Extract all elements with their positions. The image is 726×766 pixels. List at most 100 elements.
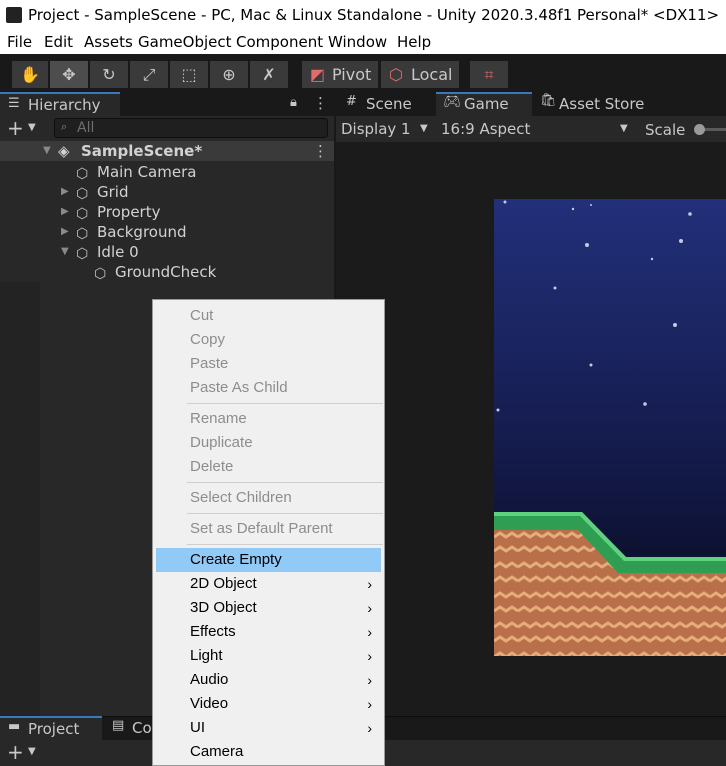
local-label: Local	[411, 65, 453, 84]
menu-item-cut[interactable]: Cut	[153, 304, 384, 328]
menu-item-paste[interactable]: Paste	[153, 352, 384, 376]
collapsed-arrow-icon[interactable]: ▶	[61, 182, 69, 202]
scale-slider-thumb[interactable]	[694, 124, 705, 135]
grid-snap-button[interactable]: ⌗	[470, 61, 508, 88]
pivot-icon: ◩	[310, 65, 326, 84]
tree-item-label: Idle 0	[97, 243, 139, 261]
menu-item-label: 3D Object	[190, 599, 257, 616]
menu-item-label: Video	[190, 695, 229, 712]
menu-component[interactable]: Component	[236, 30, 323, 54]
pivot-toggle-button[interactable]: ◩ Pivot	[302, 61, 378, 88]
tree-item-property[interactable]: ▶ ⬡ Property	[0, 202, 334, 222]
menu-item-label: 2D Object	[190, 575, 257, 592]
display-dropdown[interactable]: Display 1 ▼	[336, 116, 434, 142]
aspect-dropdown[interactable]: 16:9 Aspect ▼	[436, 116, 636, 142]
scale-label: Scale	[645, 121, 686, 139]
submenu-arrow-icon: ›	[367, 648, 372, 664]
move-icon: ✥	[62, 65, 76, 84]
menu-assets[interactable]: Assets	[84, 30, 133, 54]
expand-arrow-icon[interactable]: ▼	[61, 242, 69, 262]
scene-menu-icon[interactable]: ⋮	[313, 141, 328, 161]
submenu-arrow-icon: ›	[367, 576, 372, 592]
hierarchy-tab[interactable]: ☰ Hierarchy	[0, 92, 120, 116]
menu-separator	[187, 403, 383, 404]
gameobject-cube-icon: ⬡	[76, 246, 89, 262]
add-dropdown-icon[interactable]: ▼	[28, 122, 36, 133]
tree-item-label: Grid	[97, 183, 129, 201]
add-icon[interactable]: +	[7, 741, 24, 763]
console-icon: ▤	[112, 718, 125, 733]
collapsed-arrow-icon[interactable]: ▶	[61, 222, 69, 242]
gameobject-cube-icon: ⬡	[76, 186, 89, 202]
menu-item-3d-object[interactable]: 3D Object ›	[153, 596, 384, 620]
list-icon: ☰	[8, 96, 20, 111]
tree-item-idle-0[interactable]: ▼ ⬡ Idle 0	[0, 242, 334, 262]
menu-item-effects[interactable]: Effects ›	[153, 620, 384, 644]
menu-item-label: Audio	[190, 671, 229, 688]
tree-item-groundcheck[interactable]: ⬡ GroundCheck	[0, 262, 334, 282]
menu-item-create-empty[interactable]: Create Empty	[156, 548, 381, 572]
gameobject-cube-icon: ⬡	[76, 226, 89, 242]
menu-item-video[interactable]: Video ›	[153, 692, 384, 716]
menu-item-duplicate[interactable]: Duplicate	[153, 431, 384, 455]
rotate-tool-button[interactable]: ↻	[90, 61, 128, 88]
add-dropdown-icon[interactable]: ▼	[28, 746, 36, 757]
menu-separator	[187, 513, 383, 514]
hand-tool-button[interactable]: ✋	[12, 61, 48, 88]
menu-item-camera[interactable]: Camera	[153, 740, 384, 764]
custom-tool-button[interactable]: ✗	[250, 61, 288, 88]
menu-item-paste-as-child[interactable]: Paste As Child	[153, 376, 384, 400]
submenu-arrow-icon: ›	[367, 720, 372, 736]
expand-arrow-icon[interactable]: ▼	[43, 141, 51, 161]
move-tool-button[interactable]: ✥	[50, 61, 88, 88]
menu-item-label: Duplicate	[190, 434, 253, 451]
menu-edit[interactable]: Edit	[44, 30, 73, 54]
collapsed-arrow-icon[interactable]: ▶	[61, 202, 69, 222]
menu-item-label: Paste	[190, 355, 229, 372]
project-tab-label: Project	[28, 720, 80, 738]
scene-row[interactable]: ▼ ◈ SampleScene* ⋮	[0, 141, 334, 161]
display-label: Display 1	[341, 120, 411, 138]
console-tab-label: Co	[132, 719, 152, 737]
menu-item-delete[interactable]: Delete	[153, 455, 384, 479]
search-placeholder: All	[77, 120, 95, 136]
game-tab[interactable]: 🎮︎ Game	[436, 92, 532, 116]
transform-tool-button[interactable]: ⊕	[210, 61, 248, 88]
lock-icon[interactable]: 🔒︎	[290, 95, 297, 110]
menu-item-light[interactable]: Light ›	[153, 644, 384, 668]
hash-icon: #	[346, 94, 357, 109]
tree-item-grid[interactable]: ▶ ⬡ Grid	[0, 182, 334, 202]
menu-item-set-default-parent[interactable]: Set as Default Parent	[153, 517, 384, 541]
menu-item-rename[interactable]: Rename	[153, 407, 384, 431]
grid-snap-icon: ⌗	[484, 65, 494, 84]
menu-file[interactable]: File	[7, 30, 32, 54]
local-toggle-button[interactable]: ⬡ Local	[381, 61, 459, 88]
scene-tab-label: Scene	[366, 95, 412, 113]
menu-item-2d-object[interactable]: 2D Object ›	[153, 572, 384, 596]
add-icon[interactable]: +	[7, 117, 24, 139]
menu-gameobject[interactable]: GameObject	[138, 30, 232, 54]
hierarchy-search-input[interactable]: ⌕ All	[54, 118, 328, 138]
rect-tool-button[interactable]: ⬚	[170, 61, 208, 88]
transform-icon: ⊕	[222, 65, 236, 84]
menu-item-label: Copy	[190, 331, 226, 348]
folder-icon: ▬	[8, 719, 21, 734]
title-bar: Project - SampleScene - PC, Mac & Linux …	[0, 0, 726, 30]
menu-item-copy[interactable]: Copy	[153, 328, 384, 352]
game-tab-label: Game	[464, 95, 509, 113]
scale-tool-button[interactable]: ⤢	[130, 61, 168, 88]
tree-item-main-camera[interactable]: ⬡ Main Camera	[0, 162, 334, 182]
asset-store-tab[interactable]: 🛍︎ Asset Store	[536, 92, 656, 116]
submenu-arrow-icon: ›	[367, 672, 372, 688]
menu-help[interactable]: Help	[397, 30, 431, 54]
scene-tab[interactable]: # Scene	[336, 92, 434, 116]
panel-menu-icon[interactable]: ⋮	[313, 94, 328, 112]
tree-item-background[interactable]: ▶ ⬡ Background	[0, 222, 334, 242]
menu-bar: File Edit Assets GameObject Component Wi…	[0, 30, 726, 54]
project-tab[interactable]: ▬ Project	[0, 716, 102, 740]
menu-window[interactable]: Window	[328, 30, 387, 54]
menu-item-ui[interactable]: UI ›	[153, 716, 384, 740]
menu-item-audio[interactable]: Audio ›	[153, 668, 384, 692]
menu-item-label: Select Children	[190, 489, 292, 506]
menu-item-select-children[interactable]: Select Children	[153, 486, 384, 510]
